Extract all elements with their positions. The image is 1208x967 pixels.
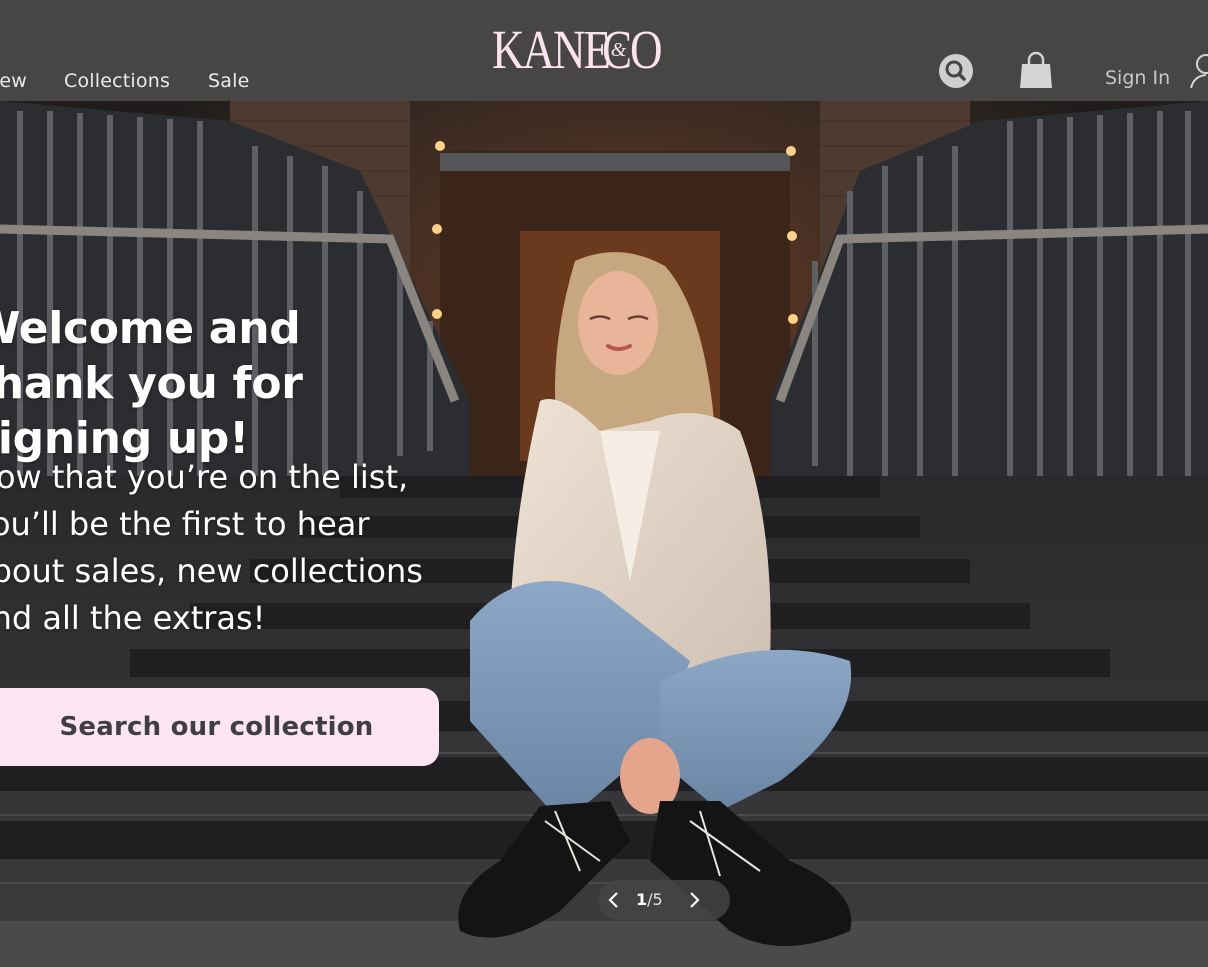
slide-current: 1	[636, 890, 648, 909]
nav-link-sale[interactable]: Sale	[208, 70, 249, 92]
chevron-left-icon[interactable]	[604, 889, 624, 911]
slider-pagination: 1/5	[598, 880, 730, 920]
slide-total: 5	[652, 890, 663, 909]
hero-banner: Welcome and thank you for signing up! No…	[0, 101, 1208, 967]
logo-text-kane: KANE	[492, 19, 611, 80]
shopping-bag-icon[interactable]	[1016, 50, 1056, 90]
hero-subtext: Now that you’re on the list, you’ll be t…	[0, 458, 423, 637]
hero-headline: Welcome and thank you for signing up!	[0, 303, 303, 464]
brand-logo[interactable]: KANE & CO	[492, 22, 674, 78]
sign-in-link[interactable]: Sign In	[1105, 67, 1170, 89]
logo-text-co: CO	[602, 19, 663, 80]
user-icon[interactable]	[1186, 52, 1208, 90]
top-navigation-bar: New Collections Sale KANE & CO Sign In	[0, 0, 1208, 101]
search-collection-button[interactable]: Search our collection	[0, 688, 439, 766]
chevron-right-icon[interactable]	[684, 889, 704, 911]
search-icon[interactable]	[939, 54, 973, 88]
nav-link-new[interactable]: New	[0, 70, 27, 92]
slide-counter: 1/5	[636, 890, 663, 909]
nav-link-collections[interactable]: Collections	[64, 70, 170, 92]
